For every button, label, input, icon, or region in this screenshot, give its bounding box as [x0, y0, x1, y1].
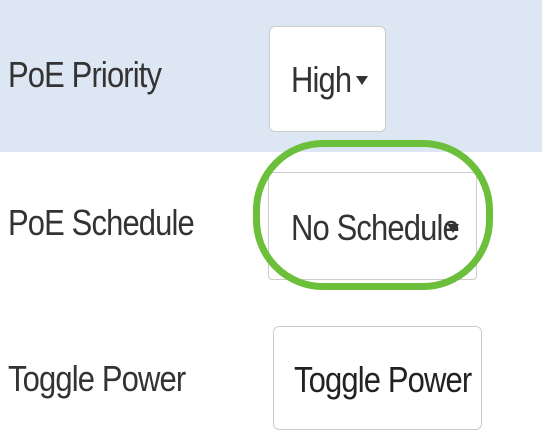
- toggle-power-button[interactable]: Toggle Power: [273, 326, 482, 430]
- caret-down-icon: [356, 76, 368, 85]
- toggle-power-row: Toggle Power Toggle Power: [0, 304, 542, 432]
- poe-settings-panel: PoE Priority High PoE Schedule No Schedu…: [0, 0, 542, 432]
- poe-schedule-label: PoE Schedule: [8, 202, 195, 243]
- poe-priority-select[interactable]: High: [269, 26, 386, 132]
- poe-schedule-selected-value: No Schedule: [291, 207, 460, 248]
- poe-schedule-row: PoE Schedule No Schedule: [0, 140, 542, 304]
- poe-schedule-select[interactable]: No Schedule: [268, 172, 477, 280]
- caret-down-icon: [447, 224, 459, 233]
- poe-priority-row: PoE Priority High: [0, 0, 542, 152]
- poe-priority-label: PoE Priority: [8, 54, 162, 95]
- poe-priority-selected-value: High: [291, 59, 352, 100]
- toggle-power-label: Toggle Power: [8, 358, 186, 399]
- toggle-power-button-label: Toggle Power: [294, 359, 472, 400]
